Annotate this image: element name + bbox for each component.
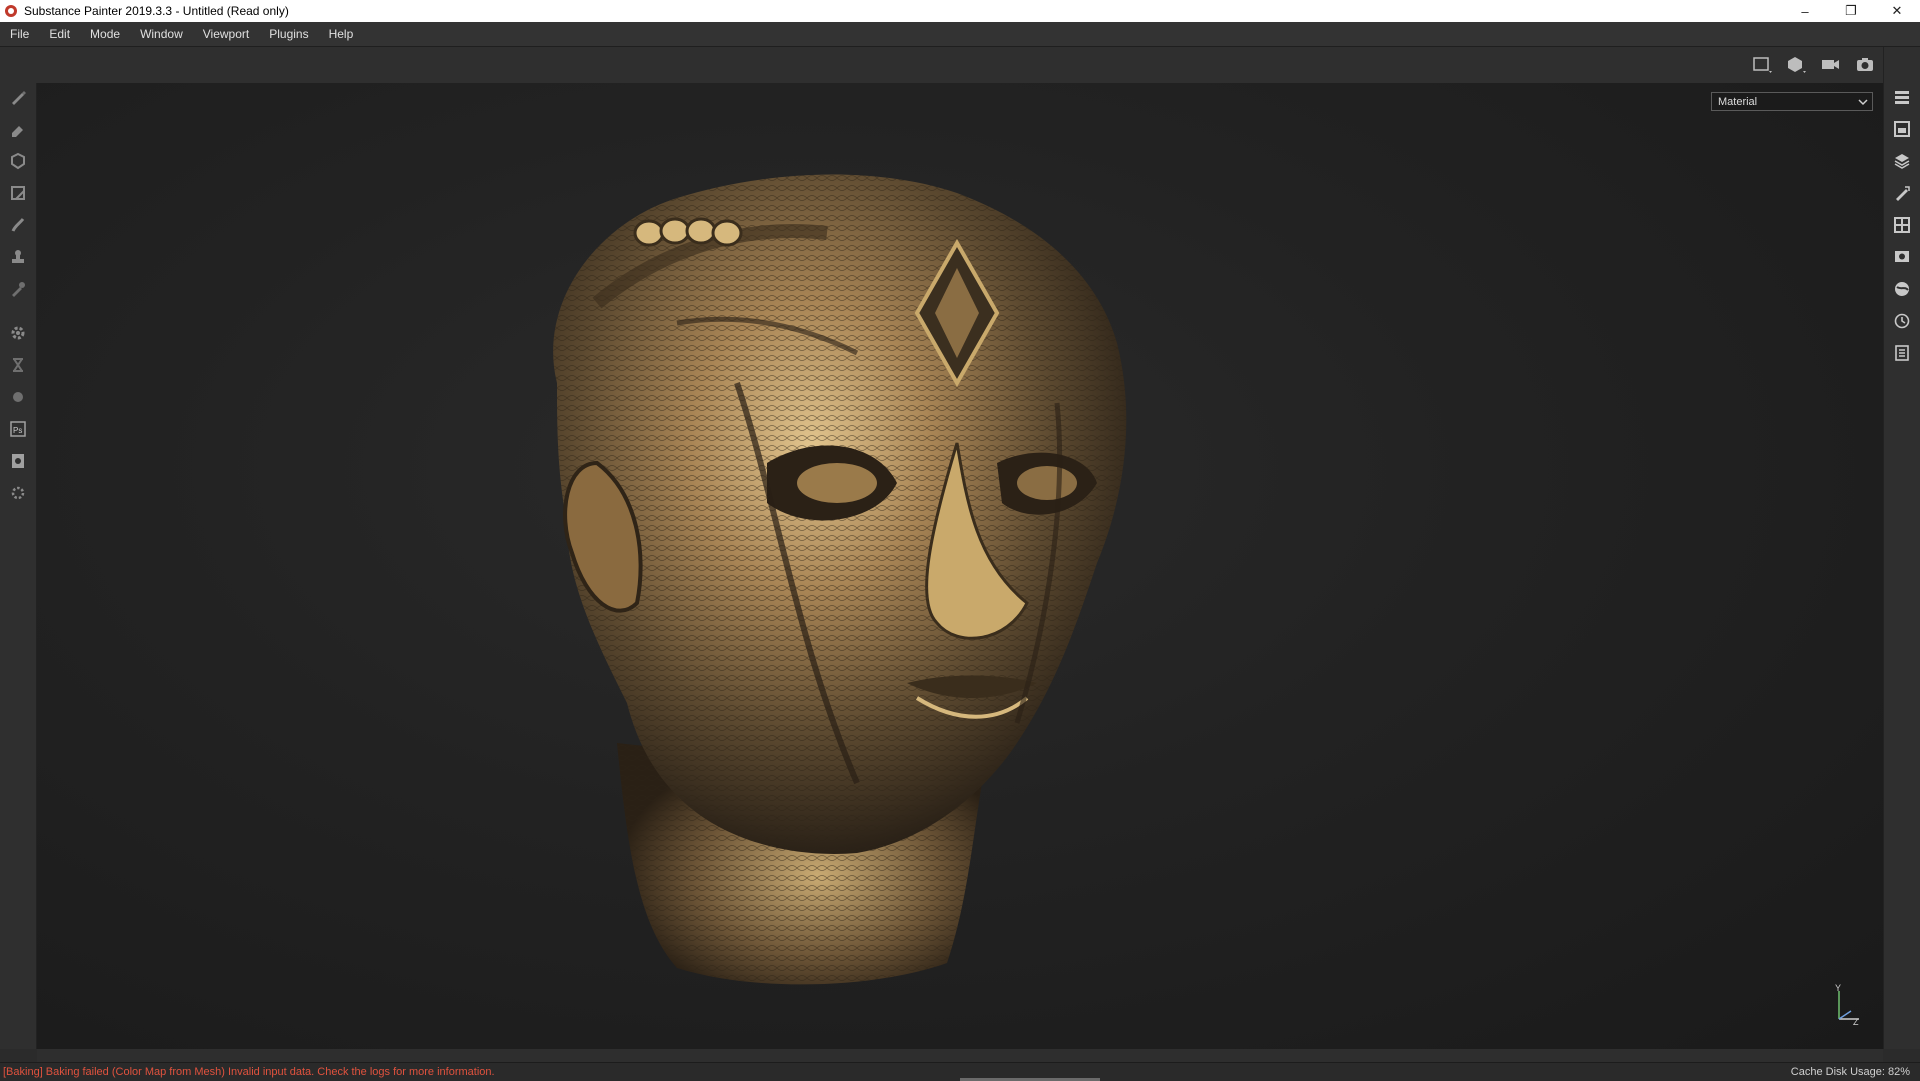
- render-mode-icon[interactable]: [1750, 53, 1776, 77]
- properties-icon[interactable]: [1890, 181, 1914, 205]
- plugins-icon[interactable]: [6, 481, 30, 505]
- paint-brush-icon[interactable]: [6, 85, 30, 109]
- log-icon[interactable]: [1890, 341, 1914, 365]
- channel-select-value: Material: [1718, 95, 1758, 108]
- projection-icon[interactable]: [6, 149, 30, 173]
- clone-stamp-icon[interactable]: [6, 245, 30, 269]
- menu-mode[interactable]: Mode: [80, 22, 130, 46]
- layers-icon[interactable]: [1890, 149, 1914, 173]
- menu-plugins[interactable]: Plugins: [259, 22, 318, 46]
- layers-stack-icon[interactable]: [1890, 85, 1914, 109]
- status-bar: [Baking] Baking failed (Color Map from M…: [0, 1062, 1920, 1081]
- settings-icon[interactable]: [6, 321, 30, 345]
- bake-icon[interactable]: [6, 353, 30, 377]
- perspective-cube-icon[interactable]: [1784, 53, 1810, 77]
- window-title: Substance Painter 2019.3.3 - Untitled (R…: [24, 4, 289, 18]
- menu-window[interactable]: Window: [130, 22, 193, 46]
- sculpted-head-mesh[interactable]: [37, 83, 1883, 1049]
- viewport-bottom-strip: [37, 1049, 1883, 1062]
- axis-z-label: Z: [1853, 1017, 1859, 1027]
- polygon-fill-icon[interactable]: [6, 181, 30, 205]
- menu-file[interactable]: File: [0, 22, 39, 46]
- history-icon[interactable]: [1890, 309, 1914, 333]
- menu-viewport[interactable]: Viewport: [193, 22, 259, 46]
- title-bar: Substance Painter 2019.3.3 - Untitled (R…: [0, 0, 1920, 22]
- status-error-message[interactable]: [Baking] Baking failed (Color Map from M…: [3, 1066, 495, 1078]
- close-button[interactable]: ✕: [1874, 0, 1920, 22]
- right-panel-bar: [1883, 47, 1920, 1049]
- display-settings-icon[interactable]: [1890, 245, 1914, 269]
- cache-disk-usage: Cache Disk Usage: 82%: [1790, 1066, 1910, 1078]
- export-icon[interactable]: [6, 449, 30, 473]
- texture-set-list-icon[interactable]: [1890, 117, 1914, 141]
- svg-text:Ps: Ps: [13, 426, 22, 435]
- axis-gizmo-icon: Y Z: [1835, 983, 1859, 1027]
- viewport-toolbar: [36, 47, 1884, 83]
- uv-grid-icon[interactable]: [1890, 213, 1914, 237]
- material-icon[interactable]: [6, 385, 30, 409]
- photoshop-icon[interactable]: Ps: [6, 417, 30, 441]
- camera-icon[interactable]: [1818, 53, 1844, 77]
- window-controls: – ❐ ✕: [1782, 0, 1920, 22]
- left-toolbar: Ps: [0, 47, 37, 1049]
- 3d-viewport[interactable]: Material Y Z: [37, 83, 1883, 1049]
- chevron-down-icon: [1858, 99, 1868, 106]
- channel-select[interactable]: Material: [1711, 92, 1873, 111]
- axis-y-label: Y: [1835, 983, 1841, 993]
- screenshot-icon[interactable]: [1852, 53, 1878, 77]
- smudge-icon[interactable]: [6, 213, 30, 237]
- restore-button[interactable]: ❐: [1828, 0, 1874, 22]
- color-picker-icon[interactable]: [6, 277, 30, 301]
- shader-settings-icon[interactable]: [1890, 277, 1914, 301]
- eraser-icon[interactable]: [6, 117, 30, 141]
- menu-bar: File Edit Mode Window Viewport Plugins H…: [0, 22, 1920, 47]
- menu-help[interactable]: Help: [319, 22, 364, 46]
- minimize-button[interactable]: –: [1782, 0, 1828, 22]
- substance-painter-logo-icon: [5, 5, 17, 17]
- menu-edit[interactable]: Edit: [39, 22, 80, 46]
